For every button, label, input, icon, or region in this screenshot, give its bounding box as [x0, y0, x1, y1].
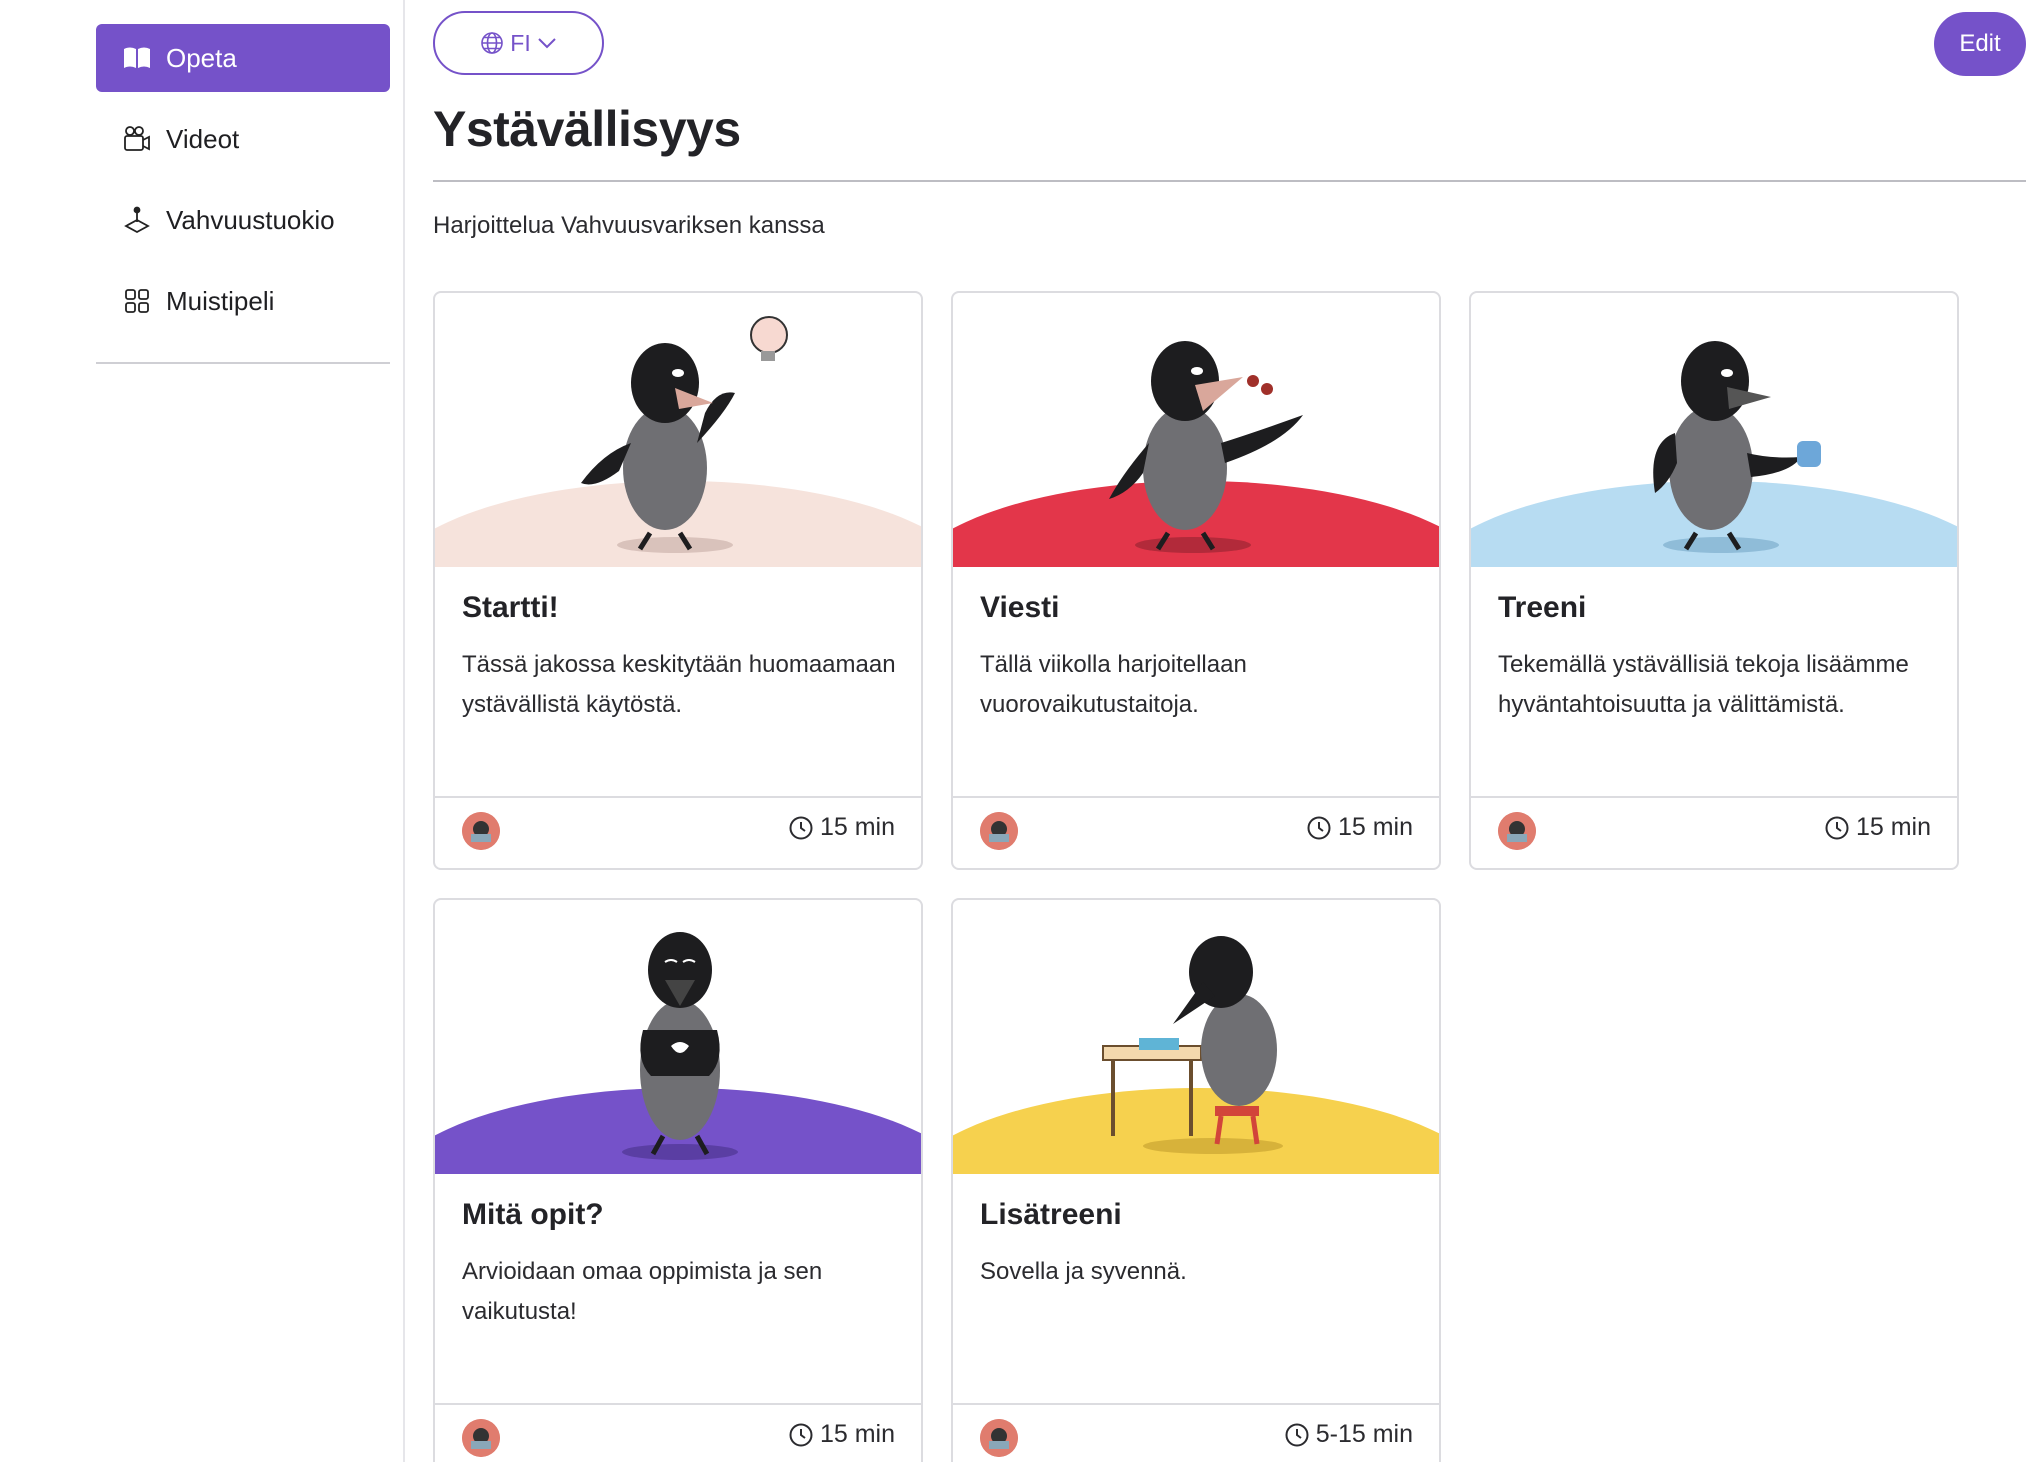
- sidebar-item-label: Vahvuustuokio: [166, 204, 335, 235]
- lesson-card-mita-opit[interactable]: Mitä opit? Arvioidaan omaa oppimista ja …: [433, 898, 923, 1462]
- crow-illustration: [435, 293, 921, 567]
- page-title: Ystävällisyys: [433, 101, 741, 157]
- author-avatar: [980, 1419, 1018, 1457]
- clock-icon: [789, 816, 813, 839]
- lesson-card-viesti[interactable]: Viesti Tällä viikolla harjoitellaan vuor…: [951, 291, 1441, 870]
- card-description: Tekemällä ystävällisiä tekoja lisäämme h…: [1498, 651, 1909, 718]
- sidebar-item-label: Videot: [166, 123, 240, 154]
- author-avatar: [980, 812, 1018, 850]
- crow-illustration: [435, 900, 921, 1174]
- card-duration: 15 min: [788, 1420, 895, 1449]
- card-title: Startti!: [462, 591, 559, 624]
- duration-text: 15 min: [819, 1420, 895, 1448]
- duration-text: 15 min: [1337, 813, 1413, 841]
- card-title: Mitä opit?: [462, 1198, 604, 1231]
- sidebar-item-opeta[interactable]: Opeta: [96, 24, 390, 92]
- sidebar-item-vahvuustuokio[interactable]: Vahvuustuokio: [96, 186, 390, 254]
- language-code: FI: [510, 29, 531, 56]
- card-title: Viesti: [980, 591, 1060, 624]
- sidebar-item-muistipeli[interactable]: Muistipeli: [96, 267, 390, 335]
- sidebar-item-label: Muistipeli: [166, 285, 275, 316]
- card-duration: 5-15 min: [1284, 1420, 1413, 1449]
- card-footer-divider: [435, 1403, 921, 1405]
- sidebar-item-label: Opeta: [166, 42, 237, 73]
- clock-icon: [1307, 816, 1331, 839]
- clock-icon: [789, 1423, 813, 1446]
- card-footer-divider: [953, 1403, 1439, 1405]
- sidebar-nav: Opeta Videot Vahvuustuokio Muistipeli: [96, 24, 390, 348]
- card-description: Arvioidaan omaa oppimista ja sen vaikutu…: [462, 1258, 823, 1325]
- card-description: Sovella ja syvennä.: [980, 1258, 1187, 1285]
- chevron-down-icon: [538, 38, 556, 49]
- sidebar-item-videot[interactable]: Videot: [96, 105, 390, 173]
- card-footer-divider: [435, 796, 921, 798]
- crow-illustration: [953, 293, 1439, 567]
- joystick-icon: [122, 205, 152, 235]
- card-description: Tässä jakossa keskitytään huomaamaan yst…: [462, 651, 896, 718]
- clock-icon: [1825, 816, 1849, 839]
- book-icon: [122, 43, 152, 73]
- globe-icon: [481, 32, 504, 54]
- duration-text: 15 min: [819, 813, 895, 841]
- card-footer-divider: [953, 796, 1439, 798]
- grid-icon: [122, 286, 152, 316]
- card-footer-divider: [1471, 796, 1957, 798]
- crow-illustration: [953, 900, 1439, 1174]
- card-title: Lisätreeni: [980, 1198, 1122, 1231]
- crow-illustration: [1471, 293, 1957, 567]
- card-title: Treeni: [1498, 591, 1587, 624]
- language-selector[interactable]: FI: [433, 11, 604, 75]
- title-divider: [433, 180, 2026, 182]
- lesson-card-treeni[interactable]: Treeni Tekemällä ystävällisiä tekoja lis…: [1469, 291, 1959, 870]
- sidebar-divider: [96, 362, 390, 364]
- duration-text: 5-15 min: [1315, 1420, 1413, 1448]
- page-subtitle: Harjoittelua Vahvuusvariksen kanssa: [433, 212, 825, 239]
- card-duration: 15 min: [1824, 813, 1931, 842]
- author-avatar: [1498, 812, 1536, 850]
- lesson-card-lisatreeni[interactable]: Lisätreeni Sovella ja syvennä. 5-15 min: [951, 898, 1441, 1462]
- author-avatar: [462, 812, 500, 850]
- video-camera-icon: [122, 124, 152, 154]
- clock-icon: [1285, 1423, 1309, 1446]
- lesson-card-startti[interactable]: Startti! Tässä jakossa keskitytään huoma…: [433, 291, 923, 870]
- card-duration: 15 min: [788, 813, 895, 842]
- duration-text: 15 min: [1855, 813, 1931, 841]
- card-duration: 15 min: [1306, 813, 1413, 842]
- edit-button[interactable]: Edit: [1934, 12, 2026, 76]
- card-description: Tällä viikolla harjoitellaan vuorovaikut…: [980, 651, 1247, 718]
- author-avatar: [462, 1419, 500, 1457]
- sidebar: Opeta Videot Vahvuustuokio Muistipeli: [0, 0, 405, 1462]
